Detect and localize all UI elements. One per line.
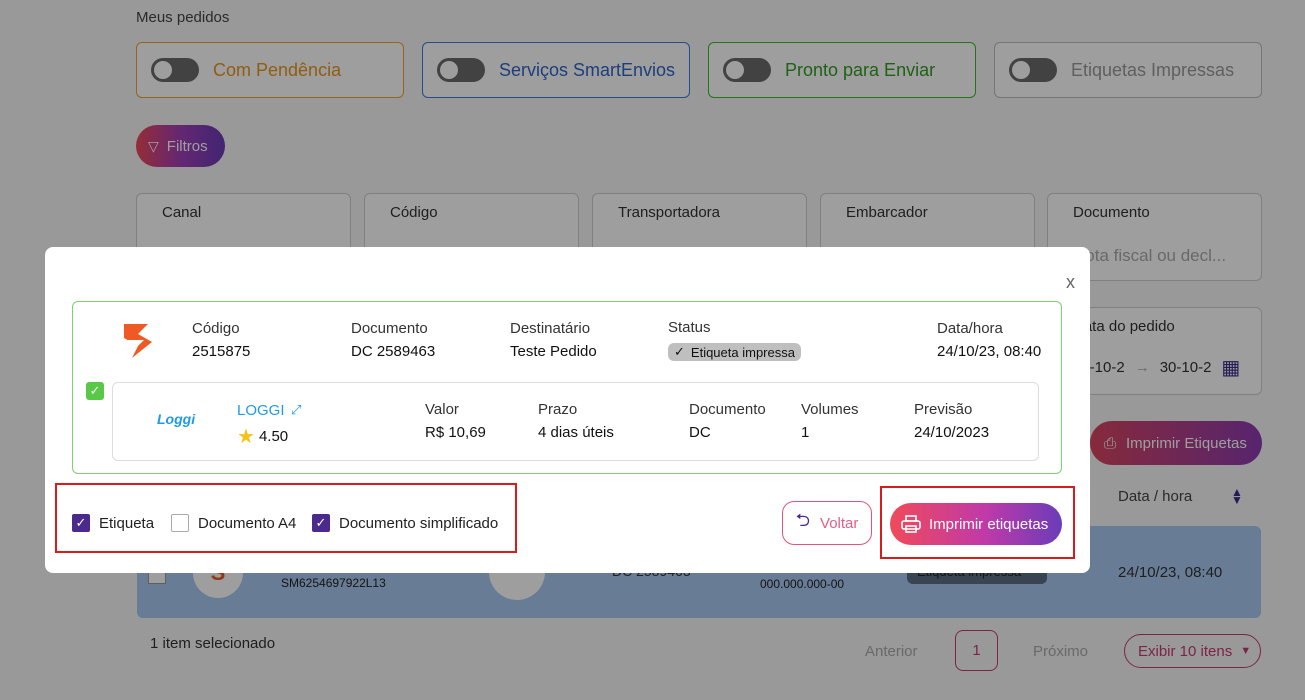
status-badge: ✓ Etiqueta impressa xyxy=(668,343,801,361)
print-label: Imprimir etiquetas xyxy=(929,515,1049,533)
destinatario-label: Destinatário xyxy=(510,320,591,337)
option-documento-simplificado[interactable]: ✓ Documento simplificado xyxy=(312,514,498,532)
carrier-documento-label: Documento xyxy=(689,401,766,418)
checkbox-unchecked[interactable] xyxy=(171,514,189,532)
datahora-value: 24/10/23, 08:40 xyxy=(937,343,1042,360)
documento-value: DC 2589463 xyxy=(351,343,436,360)
rating-value: 4.50 xyxy=(258,428,289,445)
smartenvios-logo xyxy=(124,324,152,358)
prazo-label: Prazo xyxy=(538,401,578,418)
carrier-name-link[interactable]: LOGGI xyxy=(237,402,285,419)
codigo-value: 2515875 xyxy=(192,343,251,360)
carrier-documento-value: DC xyxy=(689,424,711,441)
field-previsao: Previsão 24/10/2023 xyxy=(914,401,989,441)
order-checkbox[interactable]: ✓ xyxy=(86,382,104,400)
valor-label: Valor xyxy=(425,401,459,418)
checkbox-checked[interactable]: ✓ xyxy=(312,514,330,532)
printer-icon xyxy=(901,515,921,533)
status-value: Etiqueta impressa xyxy=(690,344,795,360)
previsao-value: 24/10/2023 xyxy=(914,424,990,441)
voltar-label: Voltar xyxy=(820,514,859,532)
voltar-button[interactable]: ⮌ Voltar xyxy=(782,501,872,545)
option-label: Etiqueta xyxy=(99,514,155,532)
field-codigo: Código 2515875 xyxy=(192,320,250,360)
valor-value: R$ 10,69 xyxy=(425,424,486,441)
field-destinatario: Destinatário Teste Pedido xyxy=(510,320,597,360)
check-icon: ✓ xyxy=(674,344,685,359)
loggi-logo: Loggi xyxy=(157,411,196,427)
prazo-value: 4 dias úteis xyxy=(538,424,614,441)
option-documento-a4[interactable]: Documento A4 xyxy=(171,514,296,532)
previsao-label: Previsão xyxy=(914,401,973,418)
field-volumes: Volumes 1 xyxy=(801,401,859,441)
close-icon[interactable]: x xyxy=(1066,272,1075,293)
field-valor: Valor R$ 10,69 xyxy=(425,401,486,441)
option-label: Documento A4 xyxy=(198,514,297,532)
datahora-label: Data/hora xyxy=(937,320,1003,337)
carrier-rating: ★ 4.50 xyxy=(237,424,288,449)
return-icon: ⮌ xyxy=(795,510,811,530)
field-documento: Documento DC 2589463 xyxy=(351,320,435,360)
field-status: Status ✓ Etiqueta impressa xyxy=(668,319,801,361)
imprimir-etiquetas-modal-button[interactable]: Imprimir etiquetas xyxy=(890,503,1062,545)
status-label: Status xyxy=(668,319,711,336)
destinatario-value: Teste Pedido xyxy=(510,343,597,360)
option-etiqueta[interactable]: ✓ Etiqueta xyxy=(72,514,154,532)
documento-label: Documento xyxy=(351,320,428,337)
checkbox-checked[interactable]: ✓ xyxy=(72,514,90,532)
option-label: Documento simplificado xyxy=(339,514,499,532)
volumes-value: 1 xyxy=(801,424,810,441)
volumes-label: Volumes xyxy=(801,401,859,418)
field-datahora: Data/hora 24/10/23, 08:40 xyxy=(937,320,1041,360)
star-icon: ★ xyxy=(237,426,255,448)
expand-icon[interactable]: ⤢ xyxy=(291,402,301,418)
codigo-label: Código xyxy=(192,320,240,337)
field-carrier-documento: Documento DC xyxy=(689,401,766,441)
field-prazo: Prazo 4 dias úteis xyxy=(538,401,614,441)
